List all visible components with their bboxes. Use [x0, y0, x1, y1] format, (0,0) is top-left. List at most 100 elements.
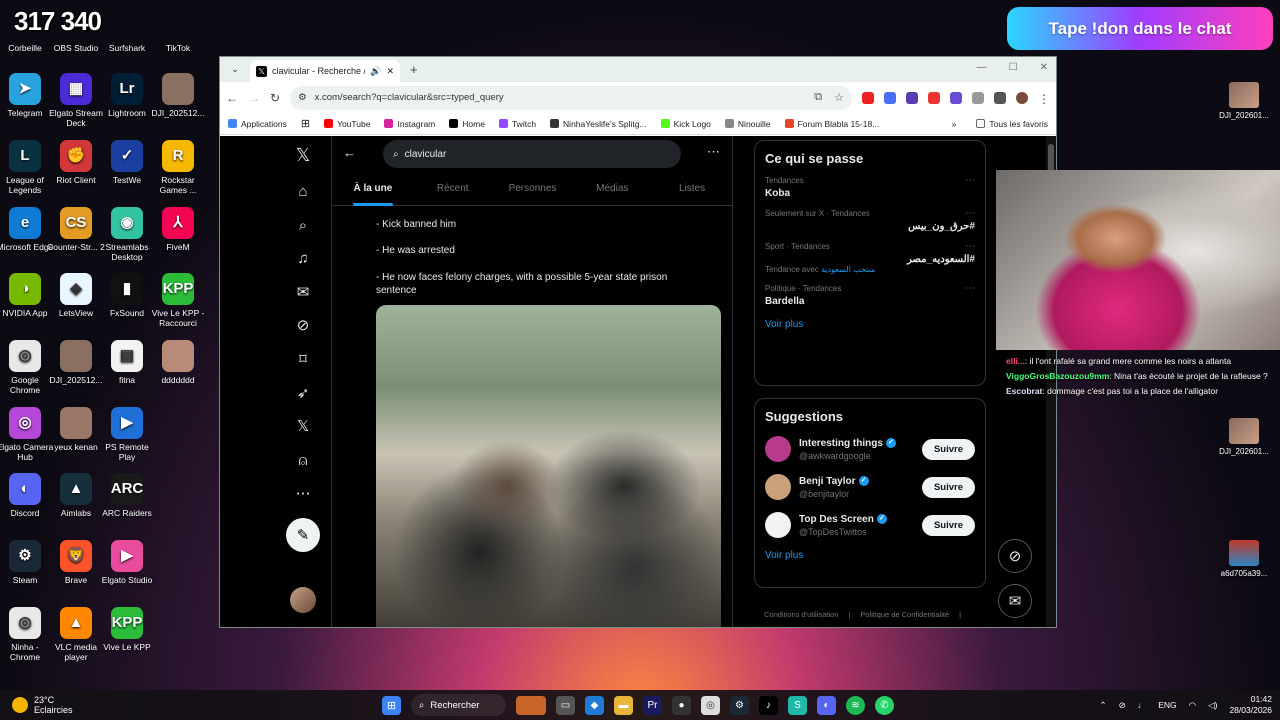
- desktop-icon[interactable]: Lr Lightroom: [98, 73, 156, 118]
- spotify-icon[interactable]: ≋: [846, 695, 865, 715]
- see-more-link[interactable]: Voir plus: [755, 544, 985, 571]
- taskbar-search[interactable]: ⌕ Rechercher: [411, 694, 506, 716]
- messages-floating-icon[interactable]: ✉: [998, 584, 1032, 618]
- trend-item[interactable]: Seulement sur X · Tendances #حرق_ون_بيس ⋯: [755, 205, 985, 238]
- desktop-file-icon[interactable]: DJI_202601...: [1218, 418, 1270, 457]
- bookmarks-icon[interactable]: ⌑: [292, 348, 314, 370]
- bookmark-item[interactable]: Forum Blabla 15-18...: [784, 119, 879, 129]
- messages-icon[interactable]: ✉: [292, 281, 314, 303]
- x-search-input[interactable]: ⌕ clavicular: [383, 140, 681, 168]
- forward-button[interactable]: →: [248, 91, 260, 105]
- tiktok-icon[interactable]: ♪: [759, 695, 778, 715]
- trend-item[interactable]: Politique · Tendances Bardella ⋯: [755, 280, 985, 313]
- bookmark-item[interactable]: NinhaYeslife's Splitg...: [550, 119, 647, 129]
- desktop-icon[interactable]: ◎ Elgato Camera Hub: [0, 407, 54, 462]
- desktop-icon[interactable]: ddddddd: [149, 340, 207, 385]
- weather-widget[interactable]: 23°C Eclaircies: [12, 695, 73, 715]
- desktop-icon[interactable]: DJI_202512...: [47, 340, 105, 385]
- grok-icon[interactable]: ⊘: [292, 314, 314, 336]
- desktop-icon[interactable]: ▶ PS Remote Play: [98, 407, 156, 462]
- suggestion-name[interactable]: Top Des Screen ✓: [799, 514, 914, 525]
- suggestion-avatar[interactable]: [765, 512, 791, 538]
- notifications-icon[interactable]: ♫: [292, 247, 314, 269]
- suggestion-avatar[interactable]: [765, 436, 791, 462]
- site-info-icon[interactable]: ⚙: [298, 92, 307, 103]
- profile-avatar[interactable]: [1016, 91, 1028, 104]
- network-off-icon[interactable]: ⊘: [1119, 700, 1126, 711]
- bookmark-item[interactable]: Ninouille: [724, 119, 771, 129]
- premium-icon[interactable]: 𝕏: [292, 415, 314, 437]
- suggestion-name[interactable]: Interesting things ✓: [799, 438, 914, 449]
- bookmark-item[interactable]: Kick Logo: [660, 119, 711, 129]
- suggestion-avatar[interactable]: [765, 474, 791, 500]
- desktop-icon[interactable]: SSurfshark: [98, 8, 156, 53]
- all-bookmarks[interactable]: Tous les favoris: [976, 119, 1048, 129]
- chrome-icon[interactable]: ◎: [701, 695, 720, 715]
- more-icon[interactable]: ⋯: [292, 482, 314, 504]
- tray-overflow-icon[interactable]: ⌃: [1099, 700, 1106, 711]
- back-arrow-icon[interactable]: ←: [343, 145, 356, 160]
- file-explorer-icon[interactable]: ▬: [614, 695, 633, 715]
- follow-button[interactable]: Suivre: [921, 514, 975, 536]
- grok-floating-icon[interactable]: ⊘: [998, 539, 1032, 573]
- desktop-icon[interactable]: L League of Legends: [0, 140, 54, 195]
- desktop-file-icon[interactable]: DJI_202601...: [1218, 82, 1270, 121]
- desktop-icon[interactable]: KPP Vive Le KPP - Raccourci: [149, 273, 207, 328]
- desktop-icon[interactable]: ▤ fitna: [98, 340, 156, 385]
- opera-extension-icon[interactable]: [862, 91, 874, 104]
- desktop-icon[interactable]: e Microsoft Edge: [0, 207, 54, 252]
- puzzle-extension-icon[interactable]: [972, 91, 984, 104]
- sound-extension-icon[interactable]: [884, 91, 896, 104]
- privacy-link[interactable]: Politique de Confidentialité: [860, 610, 949, 619]
- search-tab[interactable]: Listes: [652, 176, 732, 205]
- premiere-icon[interactable]: Pr: [643, 695, 662, 715]
- start-icon[interactable]: ⊞: [382, 695, 401, 715]
- speaker-icon[interactable]: 🔊: [370, 66, 381, 77]
- trend-more-icon[interactable]: ⋯: [965, 241, 975, 252]
- desktop-icon[interactable]: ▲ VLC media player: [47, 607, 105, 662]
- tweet-media-image[interactable]: [376, 305, 721, 627]
- shield-extension-icon[interactable]: [950, 91, 962, 104]
- steam-icon[interactable]: ⚙: [730, 695, 749, 715]
- desktop-icon[interactable]: yeux kenan: [47, 407, 105, 452]
- x-logo-icon[interactable]: 𝕏: [292, 144, 314, 166]
- discord-icon[interactable]: ◐: [817, 695, 836, 715]
- search-tab[interactable]: À la une: [333, 176, 413, 205]
- bookmark-star-icon[interactable]: ☆: [834, 91, 844, 104]
- desktop-icon[interactable]: ◎ Google Chrome: [0, 340, 54, 395]
- search-tab[interactable]: Récent: [413, 176, 493, 205]
- apps-grid-icon[interactable]: ⊞: [301, 117, 310, 130]
- search-tab[interactable]: Personnes: [493, 176, 573, 205]
- account-avatar[interactable]: [290, 587, 316, 613]
- trend-more-icon[interactable]: ⋯: [965, 208, 975, 219]
- surfshark-icon[interactable]: S: [788, 695, 807, 715]
- new-tab-button[interactable]: +: [410, 62, 418, 77]
- profile-icon[interactable]: ⍝: [292, 449, 314, 471]
- search-tab[interactable]: Médias: [572, 176, 652, 205]
- compose-post-button[interactable]: ✎: [286, 518, 320, 552]
- desktop-icon[interactable]: ARC ARC Raiders: [98, 473, 156, 518]
- clock[interactable]: 01:42 28/03/2026: [1229, 694, 1272, 716]
- minimize-button[interactable]: —: [977, 62, 987, 73]
- desktop-icon[interactable]: ▲ Aimlabs: [47, 473, 105, 518]
- obs-icon[interactable]: ●: [672, 695, 691, 715]
- desktop-icon[interactable]: ➤ Telegram: [0, 73, 54, 118]
- desktop-icon[interactable]: 🦁 Brave: [47, 540, 105, 585]
- install-icon[interactable]: ⧉: [814, 91, 822, 104]
- desktop-icon[interactable]: KPP Vive Le KPP: [98, 607, 156, 652]
- follow-button[interactable]: Suivre: [921, 438, 975, 460]
- task-view-icon[interactable]: ▭: [556, 695, 575, 715]
- desktop-icon[interactable]: ▦ Elgato Stream Deck: [47, 73, 105, 128]
- trend-item[interactable]: Sport · Tendances #السعوديه_مصر ⋯ Tendance …: [755, 238, 985, 280]
- more-bookmarks-icon[interactable]: »: [952, 119, 957, 129]
- back-button[interactable]: ←: [226, 91, 238, 105]
- communities-icon[interactable]: ➶: [292, 382, 314, 404]
- bookmark-item[interactable]: Twitch: [498, 119, 536, 129]
- more-options-icon[interactable]: ⋯: [707, 144, 720, 160]
- desktop-icon[interactable]: ◎ Ninha - Chrome: [0, 607, 54, 662]
- trend-more-icon[interactable]: ⋯: [965, 283, 975, 294]
- bookmark-item[interactable]: YouTube: [324, 119, 370, 129]
- desktop-icon[interactable]: CS Counter-Str... 2: [47, 207, 105, 252]
- extension-icon[interactable]: [906, 91, 918, 104]
- see-more-link[interactable]: Voir plus: [755, 313, 985, 340]
